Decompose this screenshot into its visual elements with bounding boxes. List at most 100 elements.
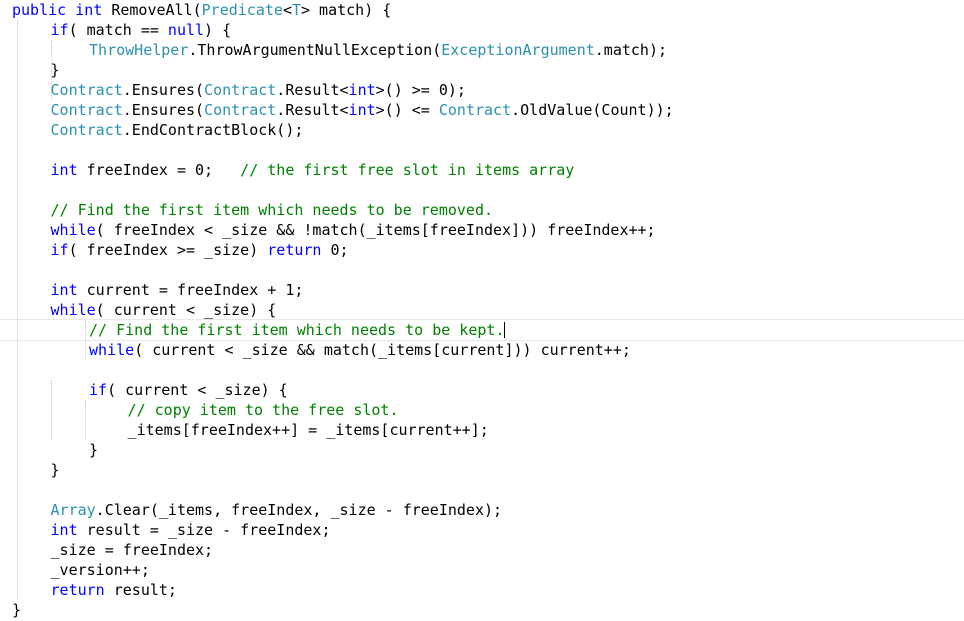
token-plain: .Ensures( — [122, 81, 205, 99]
code-line-text: if( freeIndex >= _size) return 0; — [51, 240, 349, 260]
code-line-text: _version++; — [51, 560, 150, 580]
token-keyword: if — [50, 21, 69, 39]
code-line-text: int current = freeIndex + 1; — [51, 280, 304, 300]
code-line[interactable]: while( current < _size && match(_items[c… — [0, 340, 964, 360]
token-plain: result = _size - freeIndex; — [77, 521, 331, 539]
code-line-text: int result = _size - freeIndex; — [51, 520, 331, 540]
code-line[interactable]: _items[freeIndex++] = _items[current++]; — [0, 420, 964, 440]
code-line[interactable]: // Find the first item which needs to be… — [0, 320, 964, 340]
code-line-text: while( current < _size && match(_items[c… — [89, 340, 631, 360]
code-line[interactable] — [0, 260, 964, 280]
code-line[interactable]: } — [0, 600, 964, 620]
token-plain: _version++; — [50, 561, 150, 579]
code-line[interactable]: int current = freeIndex + 1; — [0, 280, 964, 300]
code-line[interactable]: return result; — [0, 580, 964, 600]
token-type: Contract — [204, 101, 277, 119]
token-plain: ( freeIndex < _size && !match(_items[fre… — [95, 221, 656, 239]
token-keyword: int — [50, 521, 78, 539]
token-type: Predicate — [201, 1, 283, 19]
code-line[interactable]: while( freeIndex < _size && !match(_item… — [0, 220, 964, 240]
token-keyword: null — [167, 21, 205, 39]
code-line[interactable] — [0, 480, 964, 500]
code-line[interactable]: // copy item to the free slot. — [0, 400, 964, 420]
token-plain: ( current < _size) { — [107, 381, 288, 399]
token-plain: > match) { — [301, 1, 392, 19]
code-line[interactable]: public int RemoveAll(Predicate<T> match)… — [0, 0, 964, 20]
token-plain: .OldValue(Count)); — [511, 101, 674, 119]
token-keyword: int — [348, 101, 376, 119]
token-plain: >() <= — [375, 101, 439, 119]
token-plain: .match); — [594, 41, 668, 59]
token-plain: .EndContractBlock(); — [122, 121, 304, 139]
code-line-text: // Find the first item which needs to be… — [51, 200, 494, 220]
token-plain: } — [50, 461, 60, 479]
code-line[interactable]: Contract.Ensures(Contract.Result<int>() … — [0, 100, 964, 120]
token-plain: } — [12, 601, 22, 619]
token-keyword: public — [12, 1, 67, 19]
token-comment: // copy item to the free slot. — [127, 401, 399, 419]
token-plain: .Result< — [276, 101, 349, 119]
code-line-text: // copy item to the free slot. — [128, 400, 399, 420]
code-line-text: Array.Clear(_items, freeIndex, _size - f… — [51, 500, 503, 520]
code-line-text: int freeIndex = 0; // the first free slo… — [51, 160, 575, 180]
token-plain: .Result< — [276, 81, 349, 99]
code-line[interactable]: if( freeIndex >= _size) return 0; — [0, 240, 964, 260]
token-plain: } — [89, 441, 99, 459]
code-line[interactable]: } — [0, 440, 964, 460]
token-type: Contract — [438, 101, 512, 119]
code-surface[interactable]: public int RemoveAll(Predicate<T> match)… — [0, 0, 964, 620]
token-comment: // Find the first item which needs to be… — [50, 201, 494, 219]
text-caret — [503, 322, 505, 338]
code-line[interactable]: // Find the first item which needs to be… — [0, 200, 964, 220]
code-line[interactable]: Array.Clear(_items, freeIndex, _size - f… — [0, 500, 964, 520]
token-keyword: int — [75, 1, 103, 19]
token-plain: freeIndex = 0; — [77, 161, 241, 179]
code-line[interactable]: int result = _size - freeIndex; — [0, 520, 964, 540]
code-line[interactable]: if( current < _size) { — [0, 380, 964, 400]
token-keyword: int — [50, 161, 78, 179]
token-plain: .Clear(_items, freeIndex, _size - freeIn… — [95, 501, 503, 519]
token-plain: } — [50, 61, 60, 79]
code-line-text: ThrowHelper.ThrowArgumentNullException(E… — [89, 40, 667, 60]
token-keyword: return — [267, 241, 322, 259]
token-comment: // the first free slot in items array — [240, 161, 575, 179]
code-line-text: } — [89, 440, 98, 460]
code-line[interactable]: ThrowHelper.ThrowArgumentNullException(E… — [0, 40, 964, 60]
token-keyword: while — [50, 221, 96, 239]
code-line[interactable]: Contract.Ensures(Contract.Result<int>() … — [0, 80, 964, 100]
code-line[interactable]: } — [0, 60, 964, 80]
code-line[interactable]: Contract.EndContractBlock(); — [0, 120, 964, 140]
code-line[interactable] — [0, 140, 964, 160]
code-line[interactable]: _version++; — [0, 560, 964, 580]
token-plain: .ThrowArgumentNullException( — [188, 41, 442, 59]
token-plain: .Ensures( — [122, 101, 205, 119]
token-keyword: while — [89, 341, 135, 359]
token-keyword: int — [348, 81, 376, 99]
token-keyword: while — [50, 301, 96, 319]
code-line-text: while( freeIndex < _size && !match(_item… — [51, 220, 656, 240]
code-line-text: } — [51, 460, 60, 480]
code-line[interactable]: _size = freeIndex; — [0, 540, 964, 560]
code-line-text: Contract.Ensures(Contract.Result<int>() … — [51, 80, 466, 100]
code-line[interactable]: int freeIndex = 0; // the first free slo… — [0, 160, 964, 180]
token-keyword: int — [50, 281, 78, 299]
code-line-text: } — [51, 60, 60, 80]
code-line[interactable] — [0, 360, 964, 380]
token-type: T — [291, 1, 301, 19]
code-editor[interactable]: public int RemoveAll(Predicate<T> match)… — [0, 0, 964, 621]
code-line[interactable]: } — [0, 460, 964, 480]
token-type: Contract — [50, 101, 123, 119]
code-line-text: Contract.Ensures(Contract.Result<int>() … — [51, 100, 674, 120]
token-plain: ( current < _size) { — [95, 301, 277, 319]
code-line[interactable]: while( current < _size) { — [0, 300, 964, 320]
code-line-text: } — [12, 600, 21, 620]
token-type: Contract — [50, 121, 123, 139]
token-type: ThrowHelper — [89, 41, 189, 59]
token-type: Contract — [50, 81, 123, 99]
token-plain: ( freeIndex >= _size) — [68, 241, 268, 259]
token-plain: ( match == — [68, 21, 168, 39]
code-line[interactable]: if( match == null) { — [0, 20, 964, 40]
code-line-text: _size = freeIndex; — [51, 540, 214, 560]
code-line[interactable] — [0, 180, 964, 200]
